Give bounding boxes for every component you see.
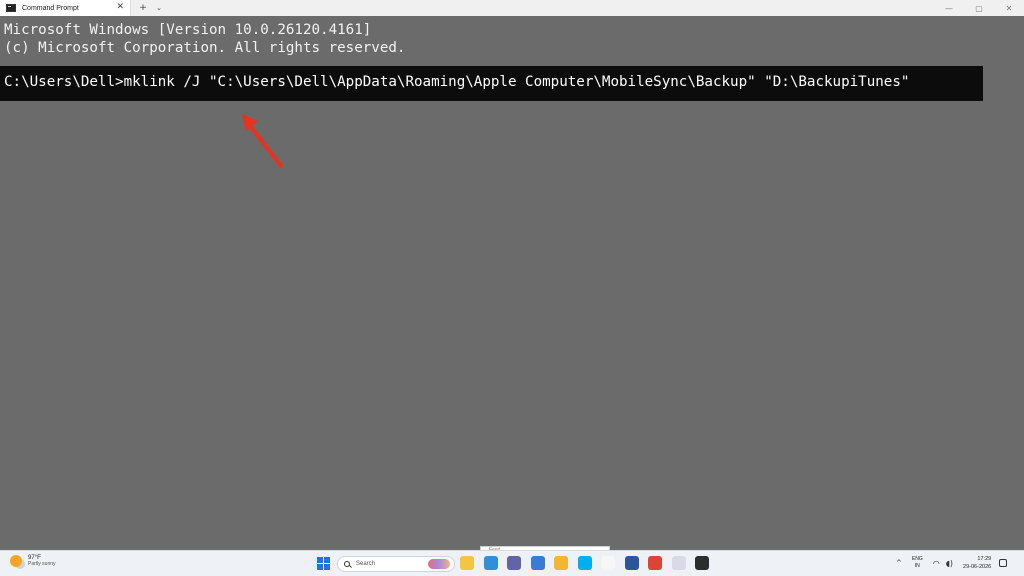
weather-widget[interactable]: 97°F Partly sunny — [10, 555, 56, 567]
clock-time: 17:29 — [977, 556, 992, 562]
folder-icon[interactable] — [554, 556, 568, 570]
lang-bottom: IN — [914, 563, 920, 569]
store-icon[interactable] — [530, 556, 545, 570]
pinned-apps — [460, 556, 719, 570]
taskbar-search[interactable]: Search — [337, 556, 455, 572]
console-area[interactable]: Microsoft Windows [Version 10.0.26120.41… — [0, 16, 1024, 550]
search-highlight-icon — [428, 559, 450, 569]
wifi-icon[interactable]: ◠ — [933, 559, 940, 568]
search-label: Search — [356, 561, 376, 567]
close-window-button[interactable]: ✕ — [994, 0, 1024, 16]
system-tray: ^ ENG IN ◠ ◖) 17:29 29-06-2026 — [896, 555, 1008, 571]
language-indicator[interactable]: ENG IN — [912, 556, 923, 570]
lang-top: ENG — [911, 556, 923, 562]
tab-title: Command Prompt — [22, 4, 79, 12]
maximize-button[interactable]: ▢ — [964, 0, 994, 16]
new-tab-button[interactable]: + — [135, 3, 151, 13]
copyright-line: (c) Microsoft Corporation. All rights re… — [4, 40, 406, 56]
itunes-icon[interactable] — [671, 556, 686, 570]
show-hidden-icons-icon[interactable]: ^ — [896, 559, 902, 567]
edge-icon[interactable] — [483, 556, 498, 570]
terminal-icon — [6, 4, 16, 12]
minimize-button[interactable]: — — [934, 0, 964, 16]
volume-icon[interactable]: ◖) — [946, 559, 953, 568]
clock[interactable]: 17:29 29-06-2026 — [963, 555, 991, 571]
tab-close-icon[interactable]: ✕ — [116, 2, 124, 12]
title-bar: Command Prompt ✕ + ⌄ — ▢ ✕ — [0, 0, 1024, 16]
tab-dropdown-icon[interactable]: ⌄ — [151, 4, 167, 12]
command-line: C:\Users\Dell>mklink /J "C:\Users\Dell\A… — [4, 74, 910, 90]
file-explorer-icon[interactable] — [460, 556, 474, 570]
search-icon — [344, 561, 350, 567]
version-line: Microsoft Windows [Version 10.0.26120.41… — [4, 22, 372, 38]
weather-desc: Partly sunny — [28, 561, 56, 567]
tab-command-prompt[interactable]: Command Prompt ✕ — [0, 0, 131, 16]
teams-icon[interactable] — [507, 556, 521, 570]
notification-icon[interactable] — [999, 559, 1008, 567]
word-icon[interactable] — [624, 556, 639, 570]
taskbar: 97°F Partly sunny Search ^ ENG IN ◠ ◖) 1… — [0, 550, 1024, 576]
partly-sunny-icon — [10, 555, 22, 567]
clock-date: 29-06-2026 — [963, 564, 992, 570]
skype-icon[interactable] — [577, 556, 592, 570]
start-button[interactable] — [317, 557, 330, 570]
annotation-arrow-icon — [242, 114, 283, 168]
notepad-icon[interactable] — [601, 556, 615, 570]
window-controls: — ▢ ✕ — [934, 0, 1024, 16]
chrome-icon[interactable] — [648, 556, 662, 570]
terminal-icon[interactable] — [695, 556, 709, 570]
